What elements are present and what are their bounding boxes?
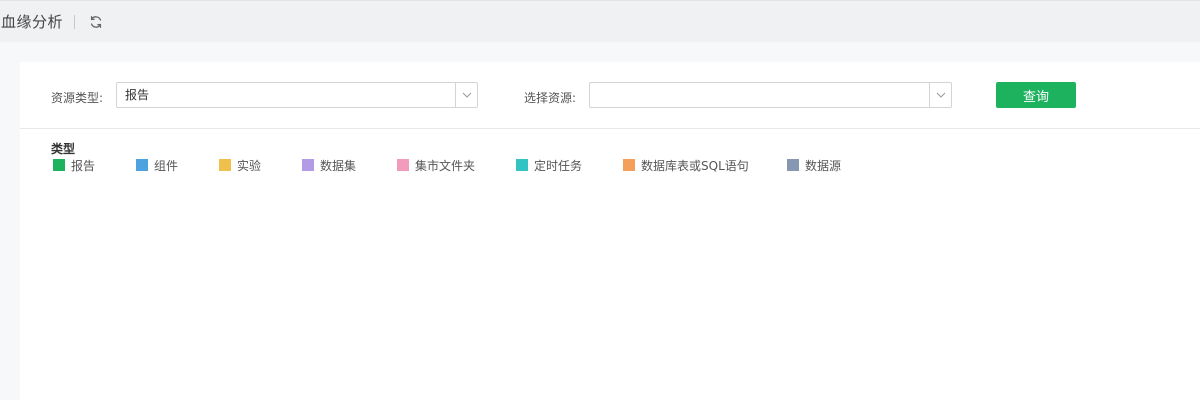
legend-label: 集市文件夹 xyxy=(415,158,476,173)
filter-row: 资源类型: 报告 选择资源: 查询 xyxy=(20,62,1200,129)
main-panel: 资源类型: 报告 选择资源: 查询 类型 报告 组件 实验 数据集 集市文件夹 … xyxy=(20,62,1200,400)
legend-title: 类型 xyxy=(51,142,76,156)
resource-type-select[interactable]: 报告 xyxy=(116,82,478,108)
title-divider xyxy=(74,14,76,29)
legend-label: 定时任务 xyxy=(534,158,583,173)
legend-item-market-folder[interactable]: 集市文件夹 xyxy=(397,158,476,173)
legend-swatch xyxy=(53,159,65,171)
refresh-button[interactable] xyxy=(88,14,104,30)
legend-swatch xyxy=(136,159,148,171)
resource-type-value: 报告 xyxy=(125,88,150,102)
legend-item-dataset[interactable]: 数据集 xyxy=(302,158,357,173)
legend-swatch xyxy=(623,159,635,171)
legend-swatch xyxy=(787,159,799,171)
legend-swatch xyxy=(219,159,231,171)
legend-swatch xyxy=(397,159,409,171)
legend-label: 数据源 xyxy=(805,158,842,173)
legend-item-scheduled-task[interactable]: 定时任务 xyxy=(516,158,583,173)
legend-item-datasource[interactable]: 数据源 xyxy=(787,158,842,173)
legend-label: 报告 xyxy=(71,158,96,173)
top-bar: 血缘分析 xyxy=(0,0,1200,42)
legend-item-component[interactable]: 组件 xyxy=(136,158,179,173)
legend-item-experiment[interactable]: 实验 xyxy=(219,158,262,173)
chevron-down-icon xyxy=(936,92,945,98)
legend-item-report[interactable]: 报告 xyxy=(53,158,96,173)
legend-label: 数据集 xyxy=(320,158,357,173)
resource-label: 选择资源: xyxy=(524,91,577,105)
resource-select[interactable] xyxy=(589,82,952,108)
resource-dropdown[interactable] xyxy=(929,83,951,107)
legend-label: 数据库表或SQL语句 xyxy=(641,158,749,173)
legend-label: 实验 xyxy=(237,158,262,173)
resource-type-label: 资源类型: xyxy=(51,91,104,105)
page-title: 血缘分析 xyxy=(1,13,64,31)
resource-type-dropdown[interactable] xyxy=(455,83,477,107)
legend-swatch xyxy=(516,159,528,171)
query-button[interactable]: 查询 xyxy=(996,82,1076,108)
legend-item-db-table-sql[interactable]: 数据库表或SQL语句 xyxy=(623,158,749,173)
legend-swatch xyxy=(302,159,314,171)
legend-label: 组件 xyxy=(154,158,179,173)
refresh-icon xyxy=(90,15,102,28)
chevron-down-icon xyxy=(462,92,471,98)
